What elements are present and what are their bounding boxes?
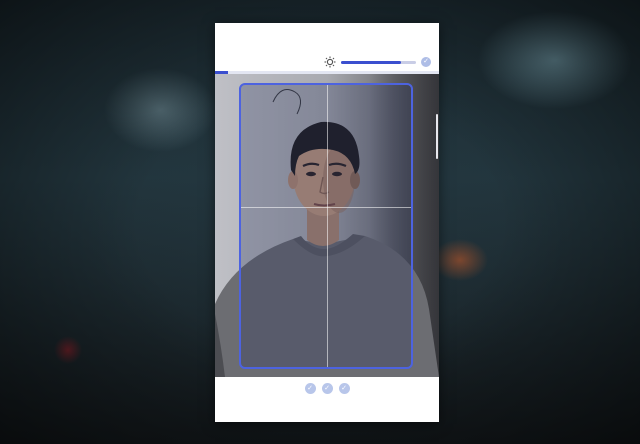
- camera-preview: [215, 74, 439, 377]
- grid-line-horizontal: [241, 207, 411, 208]
- capture-panel: ✓ ✓ ✓ ✓: [215, 23, 439, 422]
- scrollbar-thumb[interactable]: [436, 114, 438, 159]
- step-indicators: ✓ ✓ ✓: [215, 383, 439, 394]
- brightness-slider[interactable]: [341, 60, 416, 64]
- face-alignment-frame: [239, 83, 413, 369]
- step-check-icon: ✓: [321, 383, 333, 394]
- brightness-icon: [323, 55, 337, 69]
- step-check-icon: ✓: [304, 383, 316, 394]
- brightness-slider-fill: [341, 60, 401, 64]
- brightness-check-icon: ✓: [421, 57, 431, 67]
- step-check-icon: ✓: [338, 383, 350, 394]
- brightness-control: ✓: [323, 55, 433, 69]
- grid-line-vertical: [327, 85, 328, 367]
